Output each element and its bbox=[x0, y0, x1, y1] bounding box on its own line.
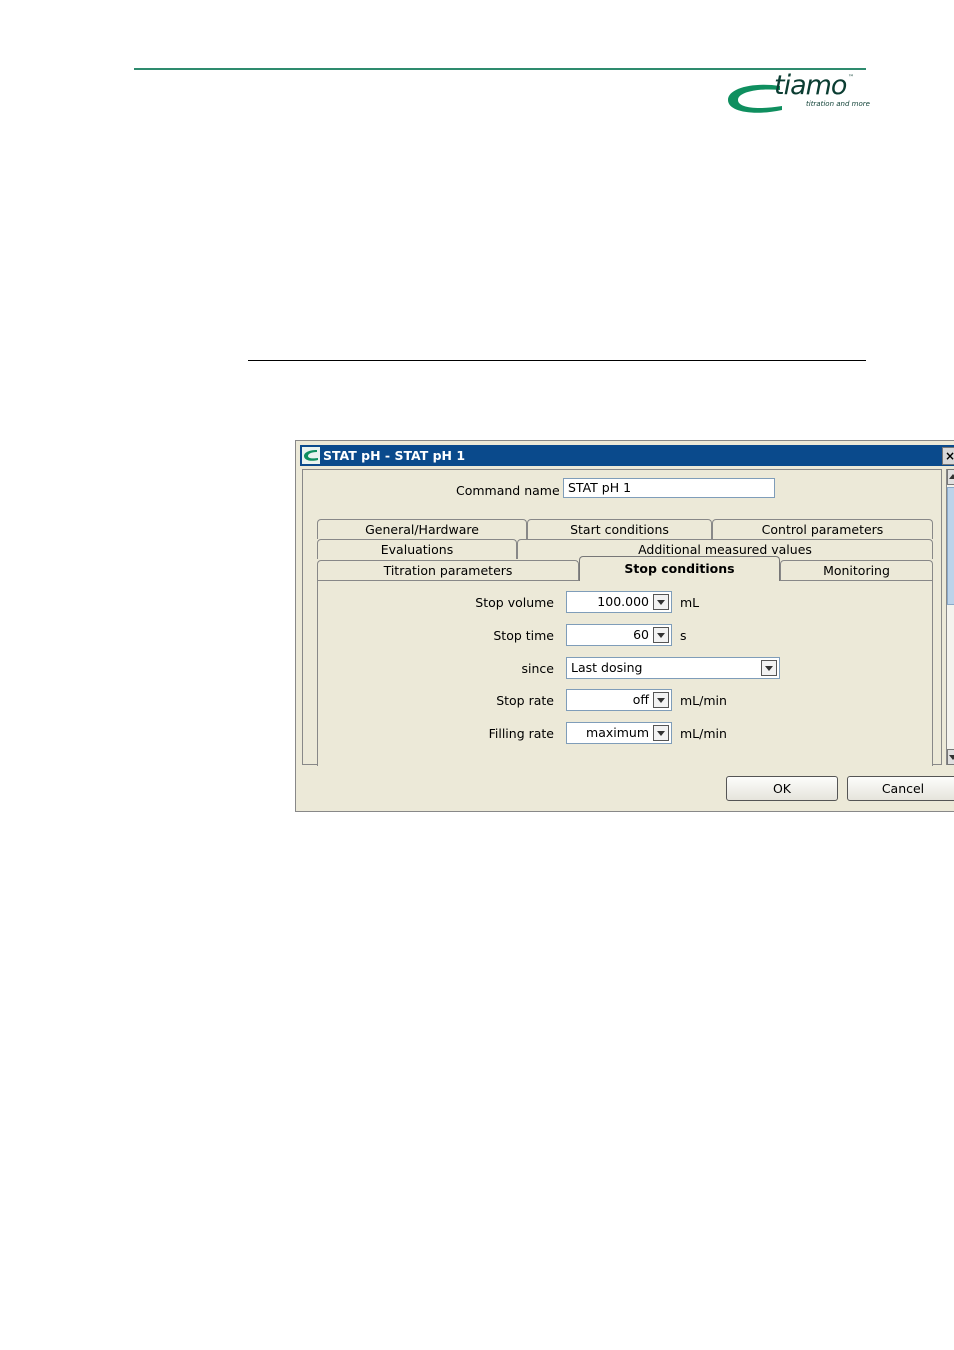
tab-control-parameters[interactable]: Control parameters bbox=[712, 519, 933, 539]
chevron-down-icon[interactable] bbox=[653, 594, 669, 610]
stop-volume-label: Stop volume bbox=[475, 595, 554, 610]
logo-tm: ™ bbox=[848, 74, 854, 81]
command-name-input[interactable]: STAT pH 1 bbox=[563, 478, 775, 498]
tab-start-conditions[interactable]: Start conditions bbox=[527, 519, 712, 539]
stop-volume-unit: mL bbox=[680, 595, 700, 610]
tab-evaluations[interactable]: Evaluations bbox=[317, 539, 517, 559]
since-select[interactable]: Last dosing bbox=[566, 657, 780, 679]
since-value: Last dosing bbox=[571, 660, 643, 675]
chevron-down-icon[interactable] bbox=[653, 725, 669, 741]
stat-ph-dialog: STAT pH - STAT pH 1 × Command name STAT … bbox=[295, 440, 954, 812]
stop-rate-combo[interactable]: off bbox=[566, 689, 672, 711]
stop-time-combo[interactable]: 60 bbox=[566, 624, 672, 646]
section-rule bbox=[248, 360, 866, 361]
dialog-title: STAT pH - STAT pH 1 bbox=[323, 448, 466, 463]
header-rule bbox=[134, 68, 866, 70]
scroll-down-icon[interactable] bbox=[947, 749, 954, 765]
ok-button[interactable]: OK bbox=[726, 776, 838, 801]
chevron-down-icon[interactable] bbox=[653, 627, 669, 643]
chevron-down-icon[interactable] bbox=[761, 660, 777, 676]
filling-rate-combo[interactable]: maximum bbox=[566, 722, 672, 744]
command-name-label: Command name bbox=[456, 483, 560, 498]
vertical-scrollbar[interactable] bbox=[946, 469, 954, 765]
since-label: since bbox=[521, 661, 554, 676]
tab-general-hardware[interactable]: General/Hardware bbox=[317, 519, 527, 539]
tiamo-logo: tiamo ™ titration and more bbox=[724, 70, 870, 118]
stop-conditions-panel: Stop volume 100.000 mL Stop time 60 s si… bbox=[317, 580, 933, 766]
stop-volume-value: 100.000 bbox=[597, 594, 649, 609]
logo-tagline: titration and more bbox=[806, 100, 870, 108]
dialog-content: Command name STAT pH 1 General/Hardware … bbox=[302, 469, 942, 766]
close-icon[interactable]: × bbox=[942, 447, 954, 465]
scroll-up-icon[interactable] bbox=[947, 469, 954, 485]
stop-time-value: 60 bbox=[633, 627, 649, 642]
filling-rate-value: maximum bbox=[586, 725, 649, 740]
stop-volume-combo[interactable]: 100.000 bbox=[566, 591, 672, 613]
tab-monitoring[interactable]: Monitoring bbox=[780, 560, 933, 580]
stop-time-label: Stop time bbox=[493, 628, 554, 643]
stop-time-unit: s bbox=[680, 628, 687, 643]
stop-rate-label: Stop rate bbox=[496, 693, 554, 708]
stop-rate-unit: mL/min bbox=[680, 693, 727, 708]
filling-rate-unit: mL/min bbox=[680, 726, 727, 741]
dialog-titlebar[interactable]: STAT pH - STAT pH 1 × bbox=[300, 445, 954, 466]
tab-stop-conditions[interactable]: Stop conditions bbox=[579, 556, 780, 581]
app-swoosh-icon bbox=[304, 450, 318, 461]
scroll-thumb[interactable] bbox=[947, 487, 954, 605]
stop-rate-value: off bbox=[632, 692, 649, 707]
cancel-button[interactable]: Cancel bbox=[847, 776, 954, 801]
logo-brand: tiamo bbox=[774, 70, 847, 101]
app-icon bbox=[302, 447, 320, 464]
filling-rate-label: Filling rate bbox=[488, 726, 554, 741]
tab-titration-parameters[interactable]: Titration parameters bbox=[317, 560, 579, 580]
chevron-down-icon[interactable] bbox=[653, 692, 669, 708]
